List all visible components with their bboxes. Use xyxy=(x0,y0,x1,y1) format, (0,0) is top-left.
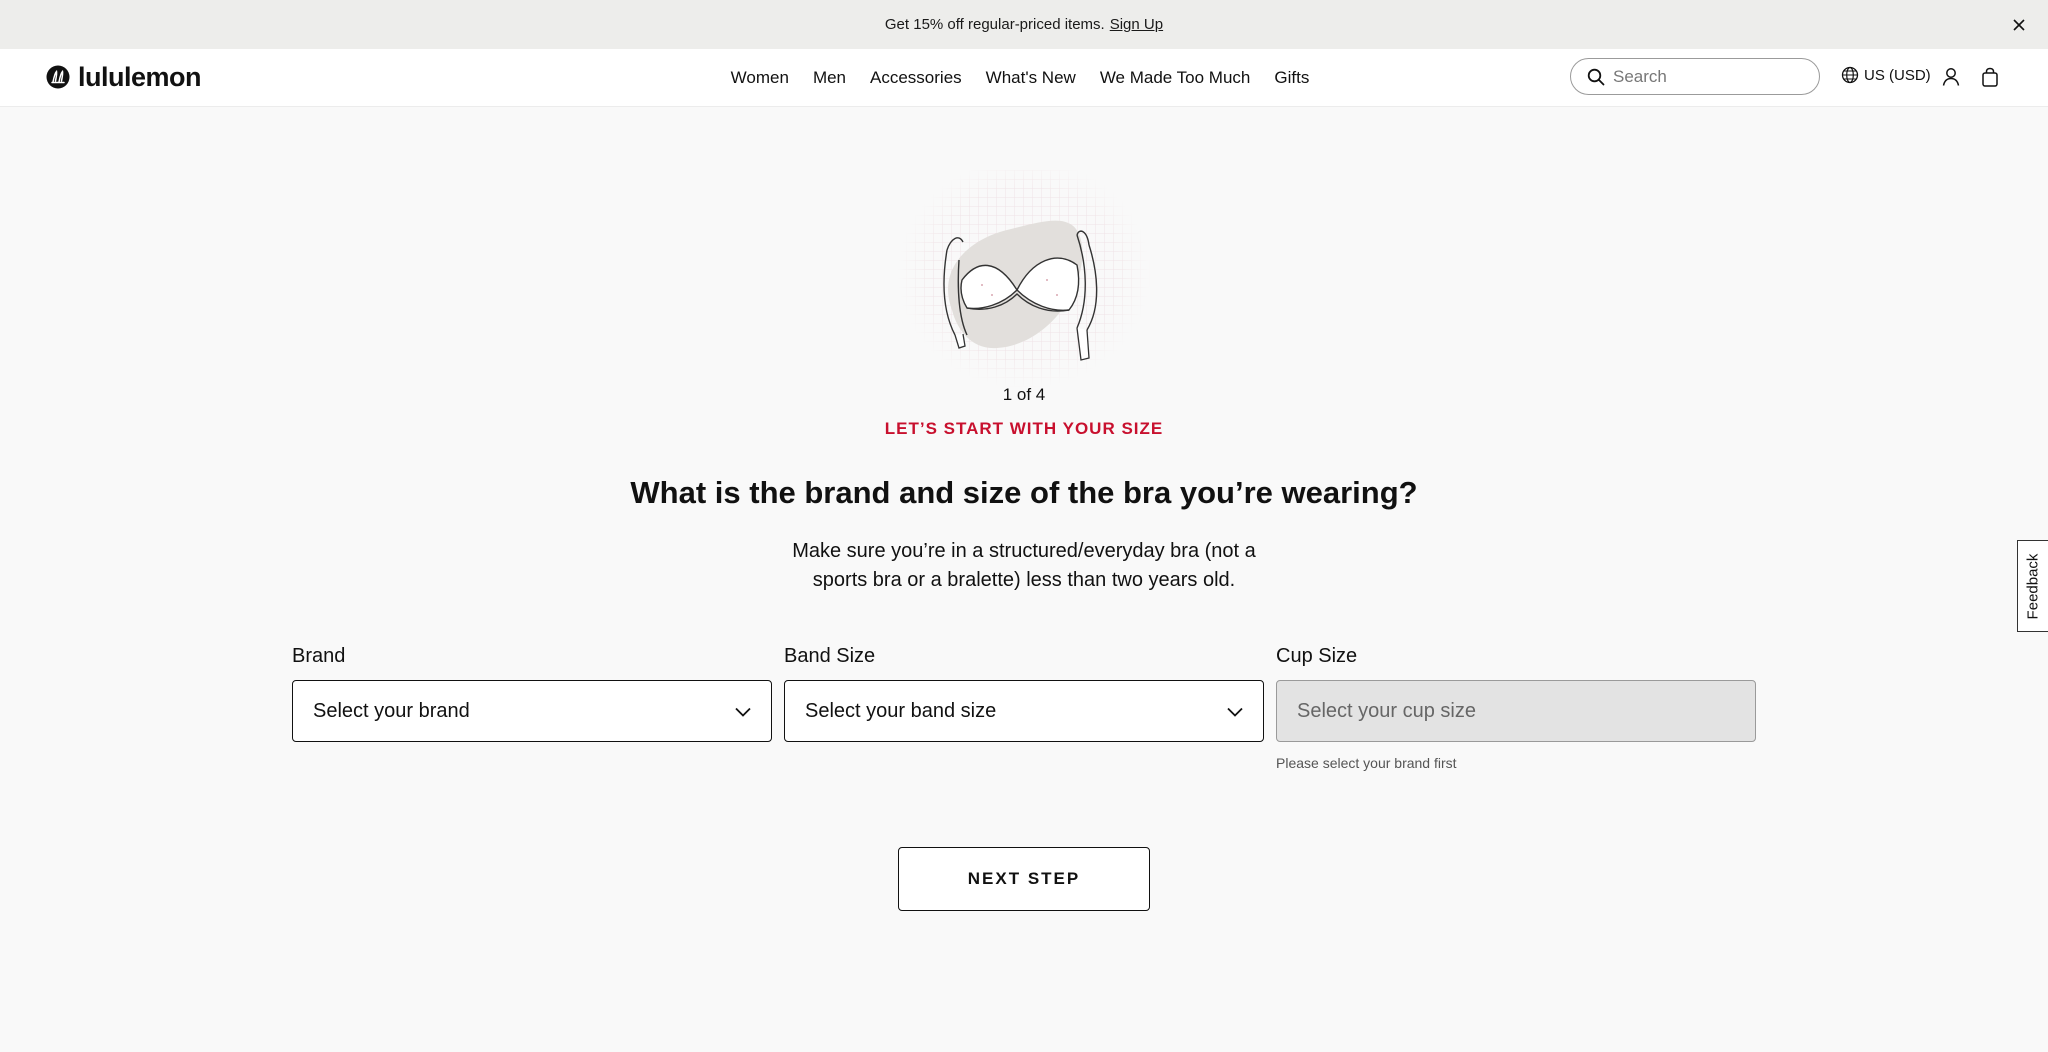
nav-we-made-too-much[interactable]: We Made Too Much xyxy=(1100,68,1251,88)
search-icon xyxy=(1587,68,1605,85)
bra-illustration xyxy=(897,170,1151,400)
chevron-down-icon xyxy=(735,707,751,717)
sign-up-link[interactable]: Sign Up xyxy=(1110,16,1163,33)
cup-size-select: Select your cup size xyxy=(1276,680,1756,742)
chevron-down-icon xyxy=(1227,707,1243,717)
promo-bar: Get 15% off regular-priced items. Sign U… xyxy=(0,0,2048,49)
feedback-label: Feedback xyxy=(2024,553,2042,619)
site-header: lululemon Women Men Accessories What's N… xyxy=(0,49,2048,107)
brand-label: Brand xyxy=(292,645,346,667)
search-input[interactable] xyxy=(1613,66,1803,87)
cup-size-select-value: Select your cup size xyxy=(1297,699,1476,722)
nav-men[interactable]: Men xyxy=(813,68,846,88)
cup-size-label: Cup Size xyxy=(1276,645,1358,667)
feedback-tab[interactable]: Feedback xyxy=(2017,540,2048,632)
step-eyebrow: LET’S START WITH YOUR SIZE xyxy=(884,419,1164,438)
lululemon-logo-icon xyxy=(46,65,70,89)
locale-selector[interactable]: US (USD) xyxy=(1841,66,1931,84)
nav-women[interactable]: Women xyxy=(731,68,789,88)
step-counter: 1 of 4 xyxy=(1002,385,1046,404)
band-size-select-value: Select your band size xyxy=(805,699,997,722)
brand-select-value: Select your brand xyxy=(313,699,470,722)
locale-label: US (USD) xyxy=(1864,66,1931,84)
cup-size-help-text: Please select your brand first xyxy=(1276,755,1457,771)
band-size-select[interactable]: Select your band size xyxy=(784,680,1264,742)
nav-gifts[interactable]: Gifts xyxy=(1274,68,1309,88)
nav-accessories[interactable]: Accessories xyxy=(870,68,962,88)
account-icon[interactable] xyxy=(1939,65,1963,89)
close-icon[interactable] xyxy=(2004,10,2034,40)
globe-icon xyxy=(1841,66,1859,84)
shopping-bag-icon[interactable] xyxy=(1978,65,2002,89)
search-box[interactable] xyxy=(1570,58,1820,95)
question-subtitle: Make sure you’re in a structured/everyda… xyxy=(792,540,1256,591)
promo-text: Get 15% off regular-priced items. xyxy=(884,16,1105,33)
logo-text: lululemon xyxy=(78,61,202,92)
question-heading: What is the brand and size of the bra yo… xyxy=(630,475,1418,510)
band-size-label: Band Size xyxy=(784,645,876,667)
brand-select[interactable]: Select your brand xyxy=(292,680,772,742)
logo[interactable]: lululemon xyxy=(46,61,202,92)
next-step-button[interactable]: NEXT STEP xyxy=(898,847,1150,911)
nav-whats-new[interactable]: What's New xyxy=(986,68,1076,88)
